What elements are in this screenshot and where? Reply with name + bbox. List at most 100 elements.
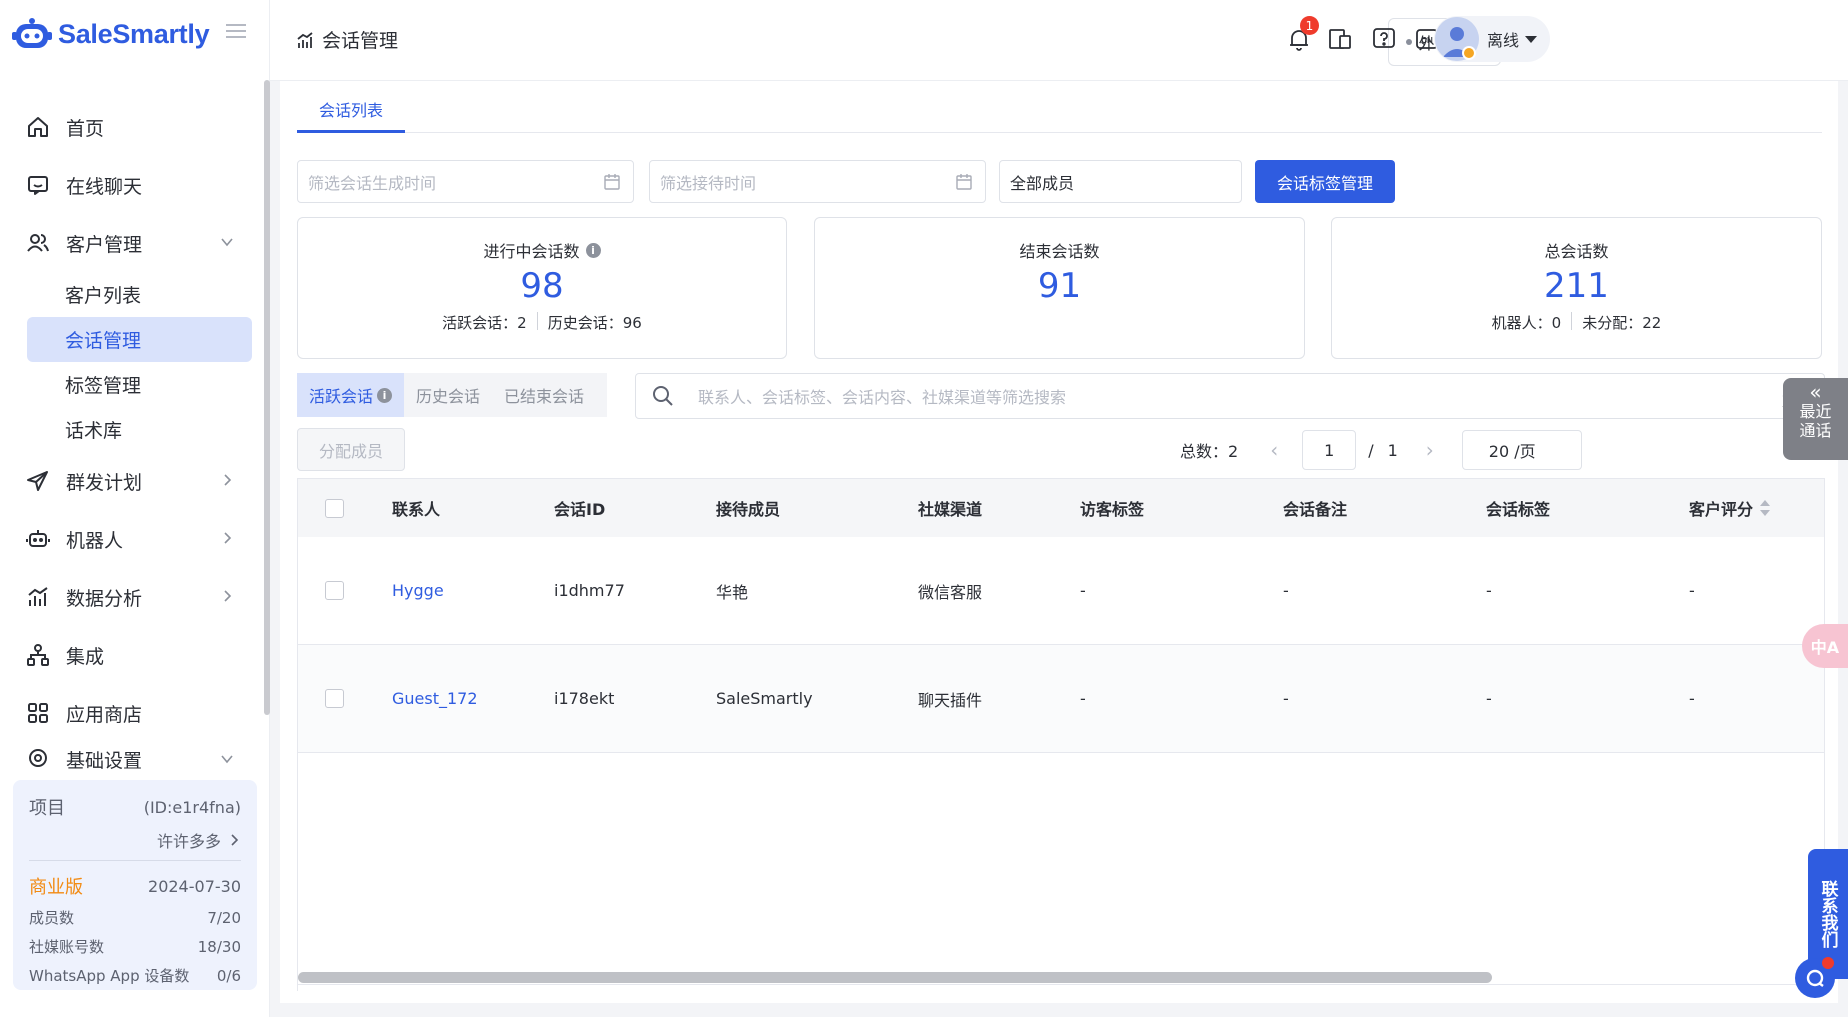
reception-time-placeholder: 筛选接待时间: [660, 173, 757, 193]
sidebar-item-label: 集成: [66, 645, 105, 668]
select-all-checkbox[interactable]: [325, 498, 344, 518]
table-horizontal-scrollbar[interactable]: [298, 972, 1492, 983]
chat-bubble-icon: [1806, 969, 1824, 987]
social-channel: 微信客服: [918, 582, 983, 602]
offline-status-dot: [1462, 46, 1476, 60]
column-header: 联系人: [392, 500, 441, 519]
sidebar-item-chat[interactable]: 在线聊天: [0, 156, 262, 214]
project-name: 许许多多: [156, 832, 221, 851]
sidebar-item-robot[interactable]: 机器人: [0, 510, 262, 568]
stat-sub-value: 2: [517, 314, 527, 332]
total-pages: 1: [1387, 440, 1398, 460]
chevron-right-icon: [224, 590, 232, 602]
chevron-right-icon: [224, 532, 232, 544]
row-checkbox[interactable]: [325, 689, 344, 708]
send-icon: [26, 469, 50, 493]
stat-sub-label: 机器人：: [1491, 314, 1552, 332]
sidebar-item-settings[interactable]: 基础设置: [0, 742, 262, 772]
assign-member-button[interactable]: 分配成员: [297, 428, 405, 471]
tag-manage-button[interactable]: 会话标签管理: [1255, 160, 1395, 203]
chat-icon: [26, 173, 50, 197]
customers-icon: [26, 231, 50, 255]
tab-bar: 会话列表: [297, 93, 1822, 133]
total-value: 2: [1228, 442, 1239, 461]
stat-value: 18/30: [197, 937, 241, 956]
column-header: 社媒渠道: [918, 500, 983, 519]
sidebar-item-label: 群发计划: [66, 471, 143, 494]
integration-icon: [26, 643, 50, 667]
page-size-select[interactable]: 20 /页: [1461, 430, 1582, 470]
stat-sub-value: 96: [622, 314, 642, 332]
stat-breakdown: 机器人：0 未分配：22: [1332, 312, 1821, 333]
stat-sub-label: 历史会话：: [547, 314, 623, 332]
sidebar-subitem-customer-list[interactable]: 客户列表: [27, 272, 252, 317]
sidebar-subitem-conversation-manage[interactable]: 会话管理: [27, 317, 252, 362]
menu-collapse-icon[interactable]: [226, 22, 246, 40]
stat-label: 成员数: [29, 909, 75, 927]
search-icon: [653, 386, 673, 406]
recent-calls-tab[interactable]: « 最近通话: [1783, 378, 1848, 460]
sidebar-subitem-script-library[interactable]: 话术库: [27, 407, 252, 452]
conversation-id: i1dhm77: [554, 581, 625, 600]
row-checkbox[interactable]: [325, 581, 344, 600]
page-input[interactable]: 1: [1302, 430, 1357, 470]
help-icon[interactable]: [1371, 26, 1397, 52]
stat-title: 总会话数: [1544, 242, 1609, 261]
reception-time-filter[interactable]: 筛选接待时间: [649, 160, 986, 203]
reception-member: SaleSmartly: [716, 689, 813, 708]
info-icon[interactable]: i: [585, 242, 601, 258]
devices-icon[interactable]: [1327, 26, 1353, 52]
sidebar: SaleSmartly 首页 在线聊天 客户管理 客户列表 会话管理 标签管理 …: [0, 0, 270, 1017]
prev-page-icon[interactable]: ‹: [1258, 438, 1290, 462]
member-select[interactable]: 全部成员: [999, 160, 1242, 203]
contact-link[interactable]: Hygge: [392, 581, 554, 600]
sidebar-item-label: 数据分析: [66, 587, 143, 610]
segment-ended[interactable]: 已结束会话: [492, 373, 596, 417]
translate-button[interactable]: 中A: [1802, 624, 1848, 668]
row-select-cell: [298, 689, 392, 708]
divider: [536, 312, 538, 330]
total-label: 总数：: [1180, 442, 1229, 461]
sidebar-item-label: 在线聊天: [66, 175, 143, 198]
segment-active[interactable]: 活跃会话 i: [297, 373, 405, 417]
table-row[interactable]: Hygge i1dhm77 华艳 微信客服 - - - -: [298, 537, 1824, 645]
info-icon: i: [377, 387, 393, 403]
visitor-tag: -: [1080, 581, 1086, 600]
sidebar-item-broadcast[interactable]: 群发计划: [0, 452, 262, 510]
table-header: 联系人 会话ID 接待成员 社媒渠道 访客标签 会话备注 会话标签 客户评分: [298, 479, 1824, 537]
logo[interactable]: SaleSmartly: [12, 14, 210, 54]
tab-conversation-list[interactable]: 会话列表: [297, 93, 405, 133]
settings-icon: [26, 746, 50, 770]
sidebar-scrollbar[interactable]: [264, 80, 270, 715]
robot-icon: [26, 527, 50, 551]
chat-unread-dot: [1822, 957, 1834, 969]
row-select-cell: [298, 581, 392, 600]
status-dot: [1406, 39, 1413, 45]
table-row[interactable]: Guest_172 i178ekt SaleSmartly 聊天插件 - - -…: [298, 645, 1824, 753]
sidebar-item-label: 客户管理: [66, 233, 143, 256]
user-menu[interactable]: 离线: [1434, 16, 1550, 62]
search-box[interactable]: 联系人、会话标签、会话内容、社媒渠道等筛选搜索: [635, 373, 1825, 419]
sidebar-item-customers[interactable]: 客户管理: [0, 214, 262, 272]
project-switcher[interactable]: 许许多多: [29, 828, 241, 861]
divider: [1571, 312, 1573, 330]
created-time-filter[interactable]: 筛选会话生成时间: [297, 160, 634, 203]
project-edition-row: 商业版 2024-07-30: [29, 873, 241, 899]
sort-icon[interactable]: [1759, 498, 1771, 518]
sidebar-item-home[interactable]: 首页: [0, 98, 262, 156]
stat-card-ongoing: 进行中会话数 i 98 活跃会话：2 历史会话：96: [297, 217, 787, 359]
sidebar-item-analytics[interactable]: 数据分析: [0, 568, 262, 626]
page-title: 会话管理: [322, 30, 399, 52]
sidebar-subitem-tag-manage[interactable]: 标签管理: [27, 362, 252, 407]
contact-link[interactable]: Guest_172: [392, 689, 554, 708]
user-status: 离线: [1487, 31, 1520, 50]
sidebar-item-app-store[interactable]: 应用商店: [0, 684, 262, 742]
sidebar-item-integration[interactable]: 集成: [0, 626, 262, 684]
social-channel: 聊天插件: [918, 690, 983, 710]
next-page-icon[interactable]: ›: [1414, 438, 1446, 462]
segment-history[interactable]: 历史会话: [404, 373, 492, 417]
pagination: 总数：2 ‹ 1 / 1 › 20 /页: [1180, 430, 1582, 470]
column-header-sortable[interactable]: 客户评分: [1689, 496, 1824, 520]
top-header: 会话管理 外呼拨号 1 CN 离线: [270, 0, 1848, 81]
segment-label: 活跃会话: [309, 387, 374, 406]
